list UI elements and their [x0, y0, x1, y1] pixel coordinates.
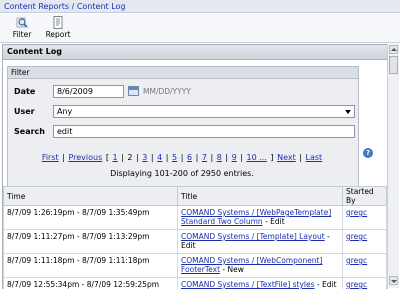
- pager-separator: |: [196, 153, 199, 162]
- filter-button-label: Filter: [13, 30, 32, 39]
- search-label: Search: [14, 127, 45, 136]
- cell-title: COMAND Systems / [WebComponent] FooterTe…: [178, 254, 343, 278]
- scroll-down-icon[interactable]: [389, 276, 398, 285]
- breadcrumb-content-reports[interactable]: Content Reports: [4, 2, 69, 11]
- cell-user: gregc: [343, 278, 387, 289]
- content-log-panel: Content Log Filter Date 8/6/2009 MM/DD/Y…: [2, 44, 388, 289]
- pager-page-5[interactable]: 5: [172, 153, 177, 162]
- cell-time: 8/7/09 12:55:34pm - 8/7/09 12:59:25pm: [4, 278, 178, 289]
- pager-page-4[interactable]: 4: [157, 153, 162, 162]
- pager-last[interactable]: Last: [306, 153, 323, 162]
- cell-title: COMAND Systems / [WebPageTemplate] Stand…: [178, 206, 343, 230]
- user-link[interactable]: gregc: [346, 208, 367, 217]
- breadcrumb-content-log[interactable]: Content Log: [77, 2, 126, 11]
- pager-separator: |: [299, 153, 302, 162]
- filter-title: Filter: [8, 67, 358, 79]
- filter-button[interactable]: Filter: [4, 15, 40, 41]
- content-link[interactable]: COMAND Systems / [WebPageTemplate] Stand…: [181, 208, 331, 226]
- pager-open-bracket: [: [106, 153, 109, 162]
- pager-page-9[interactable]: 9: [232, 153, 237, 162]
- action-text: - New: [220, 265, 244, 274]
- pager-page-6[interactable]: 6: [187, 153, 192, 162]
- pager: First | Previous [ 1 | 2 | 3 | 4 | 5 | 6…: [7, 153, 357, 162]
- cell-time: 8/7/09 1:26:19pm - 8/7/09 1:35:49pm: [4, 206, 178, 230]
- help-icon[interactable]: ?: [363, 148, 373, 158]
- toolbar: Filter Report: [0, 14, 400, 43]
- content-link[interactable]: COMAND Systems / [Template] Layout: [181, 232, 325, 241]
- report-button[interactable]: Report: [40, 15, 76, 41]
- content-log-table: Time Title Started By 8/7/09 1:26:19pm -…: [3, 186, 387, 289]
- chevron-down-icon: [345, 110, 351, 114]
- date-label: Date: [14, 87, 35, 96]
- pager-page-1[interactable]: 1: [112, 153, 117, 162]
- calendar-icon[interactable]: [128, 86, 139, 96]
- pager-separator: |: [121, 153, 124, 162]
- pager-page-10[interactable]: 10 ...: [247, 153, 267, 162]
- user-select-value: Any: [57, 107, 72, 116]
- column-header-title[interactable]: Title: [178, 187, 343, 206]
- user-link[interactable]: gregc: [346, 232, 367, 241]
- table-row: 8/7/09 1:11:27pm - 8/7/09 1:13:29pm COMA…: [4, 230, 387, 254]
- user-label: User: [14, 107, 35, 116]
- cell-user: gregc: [343, 230, 387, 254]
- search-input[interactable]: edit: [53, 125, 355, 138]
- column-header-time[interactable]: Time: [4, 187, 178, 206]
- pager-close-bracket: ]: [270, 153, 273, 162]
- filter-icon: [15, 16, 29, 29]
- pager-previous[interactable]: Previous: [68, 153, 102, 162]
- pager-page-3[interactable]: 3: [142, 153, 147, 162]
- pager-separator: |: [62, 153, 65, 162]
- breadcrumb: Content Reports / Content Log: [0, 0, 400, 13]
- pager-next[interactable]: Next: [277, 153, 296, 162]
- pager-separator: |: [181, 153, 184, 162]
- panel-title: Content Log: [3, 45, 387, 60]
- user-link[interactable]: gregc: [346, 256, 367, 265]
- pager-page-7[interactable]: 7: [202, 153, 207, 162]
- pager-separator: |: [210, 153, 213, 162]
- pager-separator: |: [225, 153, 228, 162]
- pager-separator: |: [151, 153, 154, 162]
- action-text: - Edit: [263, 217, 285, 226]
- pager-page-2-current: 2: [127, 153, 132, 162]
- user-select[interactable]: Any: [53, 105, 355, 118]
- cell-title: COMAND Systems / [Template] Layout - Edi…: [178, 230, 343, 254]
- cell-time: 8/7/09 1:11:18pm - 8/7/09 1:11:18pm: [4, 254, 178, 278]
- column-header-started-by[interactable]: Started By: [343, 187, 387, 206]
- pager-separator: |: [166, 153, 169, 162]
- vertical-scrollbar[interactable]: [387, 44, 399, 288]
- displaying-text: Displaying 101-200 of 2950 entries.: [7, 169, 357, 178]
- cell-time: 8/7/09 1:11:27pm - 8/7/09 1:13:29pm: [4, 230, 178, 254]
- pager-separator: |: [136, 153, 139, 162]
- pager-first[interactable]: First: [42, 153, 59, 162]
- date-input[interactable]: 8/6/2009: [53, 85, 124, 98]
- pager-separator: |: [240, 153, 243, 162]
- pager-page-8[interactable]: 8: [217, 153, 222, 162]
- cell-user: gregc: [343, 254, 387, 278]
- report-icon: [51, 16, 65, 29]
- table-row: 8/7/09 12:55:34pm - 8/7/09 12:59:25pm CO…: [4, 278, 387, 289]
- report-button-label: Report: [46, 30, 71, 39]
- table-row: 8/7/09 1:26:19pm - 8/7/09 1:35:49pm COMA…: [4, 206, 387, 230]
- cell-title: COMAND Systems / [TextFile] styles - Edi…: [178, 278, 343, 289]
- breadcrumb-separator: /: [69, 2, 77, 11]
- date-format-hint: MM/DD/YYYY: [143, 87, 191, 96]
- scrollbar-thumb[interactable]: [389, 56, 398, 74]
- table-header-row: Time Title Started By: [4, 187, 387, 206]
- table-row: 8/7/09 1:11:18pm - 8/7/09 1:11:18pm COMA…: [4, 254, 387, 278]
- scroll-up-icon[interactable]: [389, 45, 398, 54]
- cell-user: gregc: [343, 206, 387, 230]
- content-link[interactable]: COMAND Systems / [WebComponent] FooterTe…: [181, 256, 322, 274]
